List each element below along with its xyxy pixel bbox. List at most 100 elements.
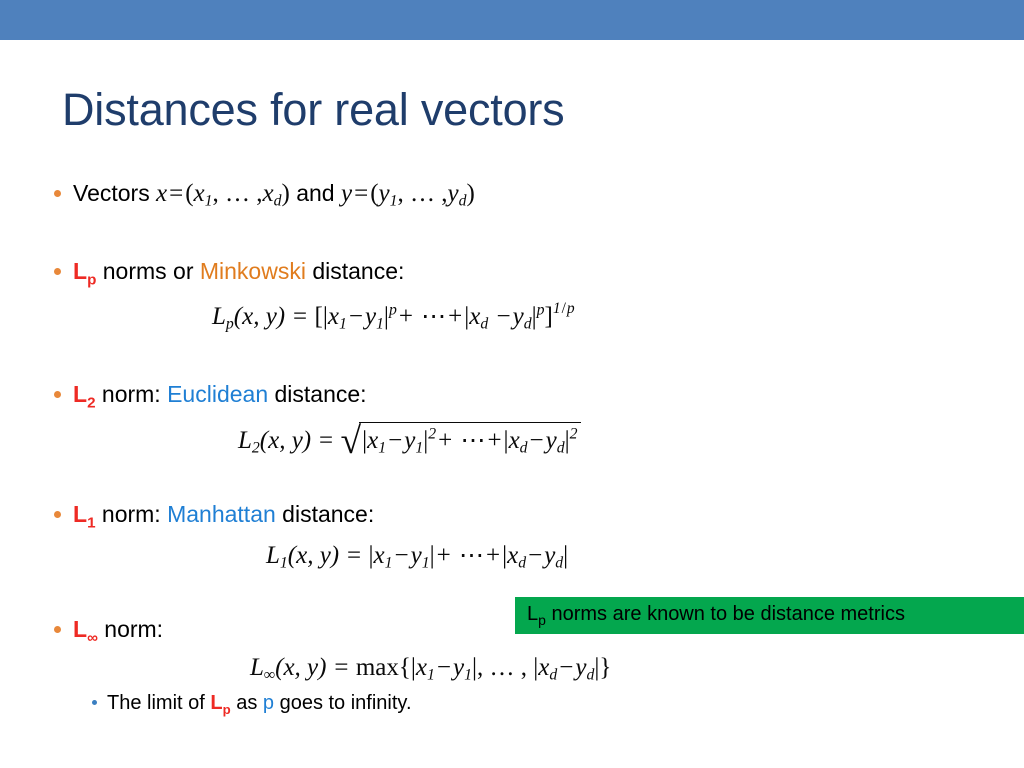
label-lp-inline: Lp (210, 692, 231, 717)
bullet-dot-icon (54, 625, 61, 633)
formula-linf-x1: x (415, 654, 428, 681)
math-paren-close: ) (281, 180, 290, 207)
formula-l1-L: L (266, 542, 280, 569)
formula-l1-xd: x (507, 542, 519, 569)
formula-l2-xd: x (508, 427, 520, 455)
formula-l1-x1-sub: 1 (384, 554, 393, 572)
math-var-y: y (340, 180, 353, 207)
formula-l1-abs4: | (563, 542, 569, 569)
sub-bullet-text-c: goes to infinity. (274, 692, 412, 714)
formula-linf-max: max{| (355, 654, 416, 681)
formula-linf-minus2: − (559, 654, 574, 681)
formula-l2-minus1: − (388, 427, 403, 455)
math-ellipsis-1: , … , (212, 180, 263, 207)
formula-l2-radicand: |x1−y1|2+ ⋯+|xd−yd|2 (359, 422, 581, 457)
bullet-dot-icon (54, 510, 61, 518)
formula-lp-xd: x (469, 303, 481, 331)
formula-l1-x1: x (373, 542, 385, 569)
formula-lp-exponent-fraction: 1/p (552, 300, 575, 317)
math-equals: = (169, 180, 184, 207)
formula-l1-yd: y (544, 542, 556, 569)
formula-linf-yd: y (575, 654, 587, 681)
bullet-vectors: Vectors x=(x1, … ,xd) and y=(y1, … ,yd) (54, 180, 475, 210)
bullet-dot-icon (54, 189, 61, 197)
math-x1-sub: 1 (204, 192, 213, 210)
sub-bullet-text-a: The limit of (107, 692, 211, 714)
formula-l1-y1-sub: 1 (421, 554, 430, 572)
formula-l2-exp1: 2 (428, 425, 437, 443)
math-x1: x (193, 180, 205, 207)
bullet-l2-norm: L2 norm: Euclidean distance: (54, 381, 367, 412)
formula-lp-L: L (212, 303, 226, 331)
label-linf: L∞ (73, 616, 98, 647)
formula-l1-args: (x, y) = (287, 542, 363, 569)
math-paren-open-2: ( (370, 180, 379, 207)
formula-lp-yd-sub: d (523, 315, 532, 333)
sub-bullet-dot-icon (92, 699, 97, 705)
formula-l2-cdots: ⋯ (460, 427, 486, 455)
bullet-vectors-prefix: Vectors (73, 180, 150, 206)
formula-lp-exp1: p (388, 301, 397, 319)
formula-l1-L-sub: 1 (279, 554, 288, 572)
math-y1-sub: 1 (389, 192, 398, 210)
formula-l1-minus2: − (528, 542, 543, 569)
formula-l2-plus1: + (438, 427, 453, 455)
formula-lp-plus2: + (448, 303, 463, 331)
formula-lp: Lp(x, y) = [|x1−y1|p+ ⋯+|xd −yd|p]1/p (212, 300, 575, 334)
formula-lp-plus1: + (398, 303, 413, 331)
formula-l2-yd: y (545, 427, 557, 455)
bullet-l1-text-a: norm: (95, 501, 168, 527)
bullet-lp-norms: Lp norms or Minkowski distance: (54, 258, 404, 289)
math-xd: x (262, 180, 274, 207)
formula-lp-x1: x (327, 303, 339, 331)
term-p: p (262, 692, 275, 714)
formula-l1-cdots: ⋯ (458, 542, 484, 569)
formula-l1-y1: y (410, 542, 422, 569)
formula-l1-yd-sub: d (555, 554, 564, 572)
formula-l2-x1-sub: 1 (378, 439, 387, 457)
math-ellipsis-2: , … , (397, 180, 448, 207)
formula-linf-args: (x, y) = (275, 654, 350, 681)
formula-linf-y1-sub: 1 (464, 666, 472, 684)
label-l2: L2 (73, 381, 96, 412)
formula-l2-minus2: − (529, 427, 544, 455)
bullet-l2-text-a: norm: (95, 381, 168, 407)
slide-canvas: Distances for real vectors Vectors x=(x1… (0, 0, 1024, 768)
formula-l1-minus1: − (394, 542, 409, 569)
formula-l1-plus1: + (436, 542, 451, 569)
formula-l2-L: L (238, 427, 252, 455)
sub-bullet-limit: The limit of Lp as p goes to infinity. (92, 692, 412, 717)
formula-l1-plus2: + (485, 542, 501, 569)
formula-linf-close: |} (594, 654, 612, 681)
label-l1: L1 (73, 501, 96, 532)
formula-linf-y1: y (453, 654, 465, 681)
bullet-linf-text-a: norm: (97, 616, 164, 642)
bullet-vectors-and: and (296, 180, 335, 206)
formula-linf-L: L (250, 654, 264, 681)
bullet-linf-norm: L∞ norm: (54, 616, 163, 647)
formula-linf: L∞(x, y) = max{|x1−y1|, … , |xd−yd|} (250, 654, 611, 684)
math-y1: y (378, 180, 390, 207)
bullet-l1-text-b: distance: (275, 501, 375, 527)
formula-l2-sqrt: √|x1−y1|2+ ⋯+|xd−yd|2 (341, 420, 581, 463)
formula-lp-cdots: ⋯ (421, 303, 447, 331)
bullet-lp-text-b: distance: (305, 258, 405, 284)
bullet-dot-icon (54, 267, 61, 275)
page-title: Distances for real vectors (62, 84, 565, 135)
formula-l1-abs2: | (429, 542, 435, 569)
formula-lp-exp2: p (536, 301, 545, 319)
bullet-l1-norm: L1 norm: Manhattan distance: (54, 501, 374, 532)
formula-l2-x1: x (367, 427, 379, 455)
formula-l2-yd-sub: d (556, 439, 565, 457)
callout-text: Lp norms are known to be distance metric… (527, 603, 905, 628)
term-manhattan: Manhattan (167, 501, 276, 527)
callout-message: norms are known to be distance metrics (545, 603, 905, 625)
math-equals-2: = (354, 180, 369, 207)
formula-linf-minus1: − (436, 654, 451, 681)
formula-l1: L1(x, y) = |x1−y1|+ ⋯+|xd−yd| (266, 540, 568, 572)
sub-bullet-text-b: as (230, 692, 263, 714)
formula-l2-y1-sub: 1 (415, 439, 424, 457)
callout-label-sub: p (538, 612, 546, 628)
formula-linf-xd: x (538, 654, 550, 681)
formula-l2-exp2: 2 (569, 425, 578, 443)
